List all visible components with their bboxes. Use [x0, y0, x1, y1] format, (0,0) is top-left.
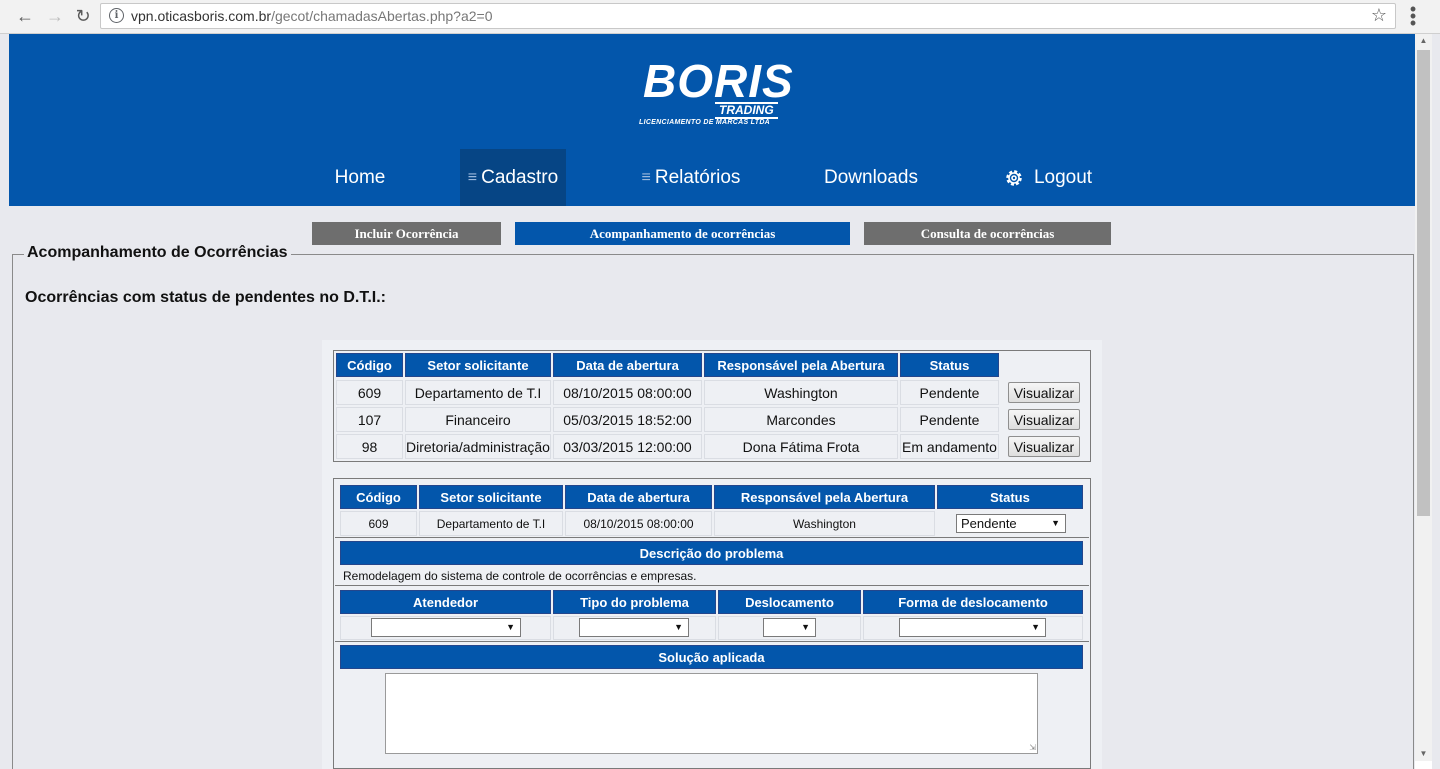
- divider: [335, 585, 1089, 586]
- menu-relatorios[interactable]: ≡ Relatórios: [631, 149, 751, 206]
- table-cell-codigo: 609: [336, 380, 403, 405]
- descricao-header: Descrição do problema: [340, 541, 1083, 565]
- menu-home-label: Home: [334, 166, 386, 188]
- table-cell-data: 03/03/2015 12:00:00: [553, 434, 702, 459]
- dropdown-caret-icon: ▼: [801, 622, 810, 632]
- descricao-text: Remodelagem do sistema de controle de oc…: [343, 569, 697, 583]
- table-cell-status: Em andamento: [900, 434, 999, 459]
- menu-cadastro-label: Cadastro: [481, 166, 559, 188]
- vertical-scrollbar[interactable]: ▲ ▼: [1415, 34, 1432, 761]
- form-header-atendedor: Atendedor: [340, 590, 551, 614]
- table-cell-responsavel: Dona Fátima Frota: [704, 434, 898, 459]
- table-cell-setor: Diretoria/administração: [405, 434, 551, 459]
- dropdown-caret-icon: ▼: [1051, 518, 1060, 528]
- col-header-responsavel: Responsável pela Abertura: [704, 353, 898, 377]
- status-select-value: Pendente: [961, 516, 1017, 531]
- divider: [335, 641, 1089, 642]
- dropdown-caret-icon: ▼: [674, 622, 683, 632]
- visualizar-button[interactable]: Visualizar: [1008, 409, 1080, 430]
- tipo-problema-select[interactable]: ▼: [579, 618, 689, 637]
- table-cell-status: Pendente: [900, 407, 999, 432]
- window-edge: [0, 34, 9, 769]
- back-arrow-icon[interactable]: ←: [12, 4, 38, 28]
- detail-header-codigo: Código: [340, 485, 417, 509]
- detail-header-status: Status: [937, 485, 1083, 509]
- resize-grip-icon[interactable]: ⇲: [1029, 744, 1036, 752]
- table-cell-setor: Departamento de T.I: [405, 380, 551, 405]
- tab-consulta-ocorrencias[interactable]: Consulta de ocorrências: [864, 222, 1111, 245]
- scroll-down-arrow-icon[interactable]: ▼: [1415, 747, 1432, 761]
- scrollbar-thumb[interactable]: [1417, 50, 1430, 516]
- page-viewport: BORIS TRADING LICENCIAMENTO DE MARCAS LT…: [9, 34, 1415, 769]
- menu-home[interactable]: Home: [325, 149, 395, 206]
- table-cell-setor: Financeiro: [405, 407, 551, 432]
- browser-menu-icon[interactable]: • • •: [1408, 0, 1418, 32]
- menu-downloads[interactable]: Downloads: [813, 149, 929, 206]
- detail-header-data: Data de abertura: [565, 485, 712, 509]
- bookmark-star-icon[interactable]: ☆: [1371, 5, 1387, 26]
- logo-trading: TRADING: [715, 102, 778, 119]
- visualizar-button[interactable]: Visualizar: [1008, 436, 1080, 457]
- detail-cell-data: 08/10/2015 08:00:00: [565, 511, 712, 536]
- menu-cadastro[interactable]: ≡ Cadastro: [460, 149, 566, 206]
- deslocamento-select[interactable]: ▼: [763, 618, 816, 637]
- menu-logout[interactable]: Logout: [993, 149, 1103, 206]
- form-header-deslocamento: Deslocamento: [718, 590, 861, 614]
- reload-icon[interactable]: ↻: [70, 4, 96, 28]
- status-select[interactable]: Pendente ▼: [956, 514, 1066, 533]
- menu-relatorios-label: Relatórios: [654, 166, 741, 188]
- col-header-setor: Setor solicitante: [405, 353, 551, 377]
- menu-logout-label: Logout: [1033, 166, 1093, 188]
- detail-cell-setor: Departamento de T.I: [419, 511, 563, 536]
- logo-brand: BORIS: [643, 55, 794, 107]
- scroll-up-arrow-icon[interactable]: ▲: [1415, 34, 1432, 48]
- solucao-header: Solução aplicada: [340, 645, 1083, 669]
- logo-tagline: LICENCIAMENTO DE MARCAS LTDA: [639, 119, 771, 126]
- tab-incluir-ocorrencia[interactable]: Incluir Ocorrência: [312, 222, 501, 245]
- table-cell-responsavel: Marcondes: [704, 407, 898, 432]
- url-text[interactable]: vpn.oticasboris.com.br/gecot/chamadasAbe…: [131, 8, 493, 24]
- detail-cell-responsavel: Washington: [714, 511, 935, 536]
- table-cell-codigo: 98: [336, 434, 403, 459]
- forma-deslocamento-select[interactable]: ▼: [899, 618, 1046, 637]
- detail-header-setor: Setor solicitante: [419, 485, 563, 509]
- detail-cell-codigo: 609: [340, 511, 417, 536]
- boris-logo[interactable]: BORIS TRADING LICENCIAMENTO DE MARCAS LT…: [639, 58, 793, 130]
- visualizar-button[interactable]: Visualizar: [1008, 382, 1080, 403]
- form-header-tipo: Tipo do problema: [553, 590, 716, 614]
- forward-arrow-icon[interactable]: →: [42, 4, 68, 28]
- address-bar[interactable]: i vpn.oticasboris.com.br/gecot/chamadasA…: [100, 3, 1396, 29]
- hamburger-icon: ≡: [641, 168, 651, 186]
- browser-toolbar: ← → ↻ i vpn.oticasboris.com.br/gecot/cha…: [0, 0, 1440, 34]
- table-cell-codigo: 107: [336, 407, 403, 432]
- section-title: Ocorrências com status de pendentes no D…: [25, 289, 386, 306]
- col-header-codigo: Código: [336, 353, 403, 377]
- tab-acompanhamento[interactable]: Acompanhamento de ocorrências: [515, 222, 850, 245]
- fieldset-legend: Acompanhamento de Ocorrências: [24, 244, 291, 262]
- atendedor-select[interactable]: ▼: [371, 618, 521, 637]
- gear-icon: [1006, 169, 1022, 186]
- dropdown-caret-icon: ▼: [506, 622, 515, 632]
- dropdown-caret-icon: ▼: [1031, 622, 1040, 632]
- detail-header-responsavel: Responsável pela Abertura: [714, 485, 935, 509]
- table-cell-responsavel: Washington: [704, 380, 898, 405]
- col-header-data: Data de abertura: [553, 353, 702, 377]
- info-icon[interactable]: i: [109, 8, 124, 23]
- form-header-forma: Forma de deslocamento: [863, 590, 1083, 614]
- table-cell-data: 08/10/2015 08:00:00: [553, 380, 702, 405]
- col-header-status: Status: [900, 353, 999, 377]
- hamburger-icon: ≡: [467, 168, 478, 186]
- table-cell-status: Pendente: [900, 380, 999, 405]
- window-edge: [1432, 34, 1440, 769]
- table-cell-data: 05/03/2015 18:52:00: [553, 407, 702, 432]
- site-header: BORIS TRADING LICENCIAMENTO DE MARCAS LT…: [9, 34, 1415, 206]
- menu-downloads-label: Downloads: [824, 166, 918, 188]
- solucao-textarea[interactable]: ⇲: [385, 673, 1038, 754]
- divider: [335, 537, 1089, 538]
